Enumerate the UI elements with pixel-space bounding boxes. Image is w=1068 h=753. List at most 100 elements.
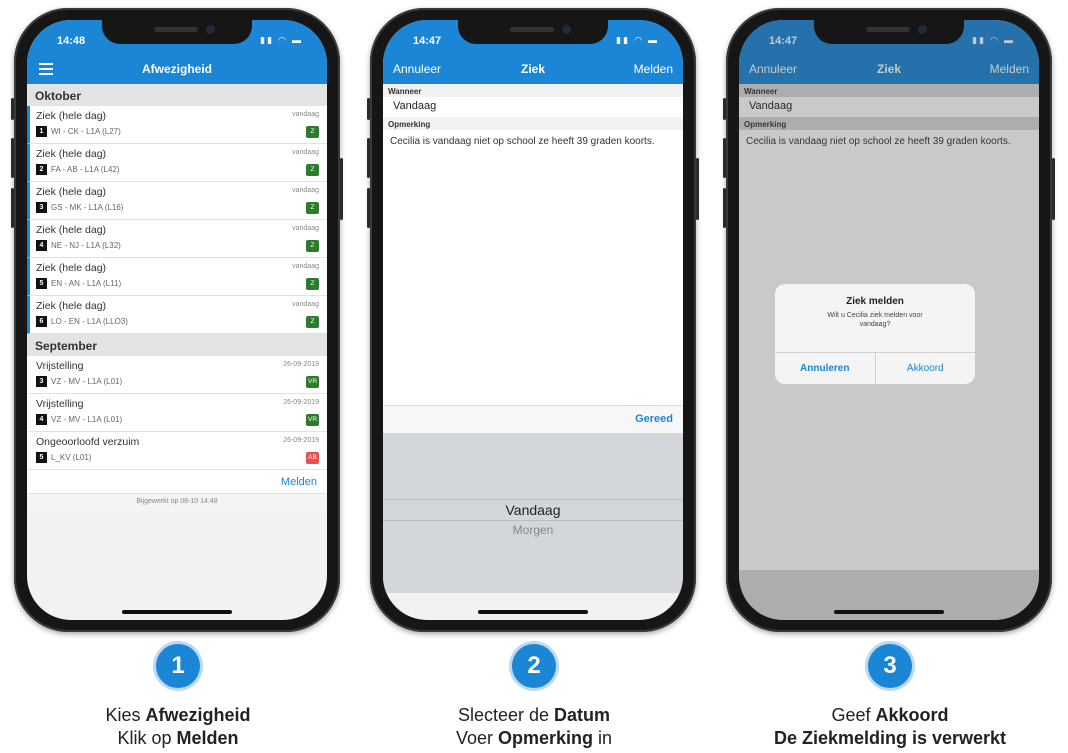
absence-date: 26-09-2019	[283, 399, 319, 406]
step-caption-1: Kies Afwezigheid Klik op Melden	[105, 705, 251, 748]
list-item[interactable]: Vrijstelling 4 VZ - MV - L1A (L01) 26-09-20…	[27, 394, 327, 432]
absence-detail: 3 VZ - MV - L1A (L01)	[36, 376, 319, 387]
absence-type: Vrijstelling	[36, 398, 84, 410]
period-number: 5	[36, 278, 47, 289]
picker-selected-option[interactable]: Vandaag	[383, 499, 683, 521]
date-picker[interactable]: Vandaag Morgen	[383, 433, 683, 593]
lesson-info: GS - MK - L1A (L16)	[51, 203, 124, 212]
absence-date: vandaag	[292, 301, 319, 308]
done-button[interactable]: Gereed	[383, 405, 683, 433]
lesson-info: LO - EN - L1A (LLO3)	[51, 317, 128, 326]
nav-bar: Afwezigheid	[27, 54, 327, 84]
lesson-info: NE - NJ - L1A (L32)	[51, 241, 121, 250]
period-number: 5	[36, 452, 47, 463]
list-item[interactable]: Ziek (hele dag) 3 GS - MK - L1A (L16) vanda…	[27, 182, 327, 220]
absence-date: 26-09-2019	[283, 361, 319, 368]
list-item[interactable]: Ziek (hele dag) 5 EN - AN - L1A (L11) vanda…	[27, 258, 327, 296]
lesson-info: EN - AN - L1A (L11)	[51, 279, 122, 288]
dialog-cancel-button[interactable]: Annuleren	[775, 353, 876, 384]
list-item[interactable]: Ziek (hele dag) 4 NE - NJ - L1A (L32) vanda…	[27, 220, 327, 258]
list-item[interactable]: Ziek (hele dag) 2 FA - AB - L1A (L42) vanda…	[27, 144, 327, 182]
step-caption-3: Geef Akkoord De Ziekmelding is verwerkt	[773, 705, 1007, 748]
absence-type: Ziek (hele dag)	[36, 300, 107, 312]
page-title: Ziek	[520, 62, 545, 76]
remark-label: Opmerking	[388, 120, 431, 129]
section-header-september: September	[27, 334, 327, 356]
wifi-icon: ◠	[634, 35, 644, 45]
phone-frame-2: 14:47 ▮▮ ◠ ▬ Annuleer Ziek Melden Wannee…	[367, 8, 699, 632]
absence-code-badge: Z	[306, 126, 319, 138]
section-header-oktober: Oktober	[27, 84, 327, 106]
absence-detail: 4 VZ - MV - L1A (L01)	[36, 414, 319, 425]
step-caption-2: Slecteer de Datum Voer Opmerking in	[455, 705, 613, 748]
absence-type: Ongeoorloofd verzuim	[36, 436, 140, 448]
submit-button[interactable]: Melden	[634, 62, 673, 76]
step-2-column: 14:47 ▮▮ ◠ ▬ Annuleer Ziek Melden Wannee…	[356, 0, 712, 753]
step-3-column: 14:47 ▮▮ ◠ ▬ Annuleer Ziek Melden Wannee…	[712, 0, 1068, 753]
absence-detail: 5 EN - AN - L1A (L11)	[36, 278, 319, 289]
dialog-ok-button[interactable]: Akkoord	[876, 353, 976, 384]
lesson-info: VZ - MV - L1A (L01)	[51, 415, 123, 424]
absence-type: Ziek (hele dag)	[36, 262, 107, 274]
absence-detail: 6 LO - EN - L1A (LLO3)	[36, 316, 319, 327]
phone-screen-2: 14:47 ▮▮ ◠ ▬ Annuleer Ziek Melden Wannee…	[383, 20, 683, 620]
phone-frame-3: 14:47 ▮▮ ◠ ▬ Annuleer Ziek Melden Wannee…	[723, 8, 1055, 632]
absence-code-badge: Z	[306, 316, 319, 328]
status-icons: ▮▮ ◠ ▬	[260, 35, 303, 46]
list-item[interactable]: Vrijstelling 3 VZ - MV - L1A (L01) 26-09-20…	[27, 356, 327, 394]
melden-button[interactable]: Melden	[27, 470, 327, 494]
absence-code-badge: Z	[306, 202, 319, 214]
lesson-info: L_KV (L01)	[51, 453, 92, 462]
when-field[interactable]: Vandaag	[383, 97, 683, 117]
signal-icon: ▮▮	[260, 35, 275, 45]
absence-code-badge: Z	[306, 240, 319, 252]
battery-icon: ▬	[648, 35, 659, 45]
home-indicator[interactable]	[478, 610, 588, 614]
step-badge-1: 1	[156, 644, 200, 688]
hamburger-icon[interactable]	[39, 63, 53, 75]
status-time: 14:47	[413, 35, 442, 47]
period-number: 4	[36, 414, 47, 425]
home-indicator[interactable]	[122, 610, 232, 614]
absence-date: vandaag	[292, 149, 319, 156]
period-number: 4	[36, 240, 47, 251]
period-number: 3	[36, 376, 47, 387]
when-label: Wanneer	[388, 87, 422, 96]
confirm-dialog: Ziek melden Wilt u Cecilia ziek melden v…	[775, 284, 975, 384]
list-item[interactable]: Ziek (hele dag) 6 LO - EN - L1A (LLO3) vand…	[27, 296, 327, 334]
status-time: 14:48	[57, 35, 86, 47]
absence-type: Vrijstelling	[36, 360, 84, 372]
absence-detail: 1 WI - CK - L1A (L27)	[36, 126, 319, 137]
dialog-message: Wilt u Cecilia ziek melden voor vandaag?	[827, 312, 923, 328]
absence-detail: 4 NE - NJ - L1A (L32)	[36, 240, 319, 251]
absence-code-badge: VR	[306, 376, 319, 388]
wifi-icon: ◠	[278, 35, 288, 45]
absence-list-september: Vrijstelling 3 VZ - MV - L1A (L01) 26-09-20…	[27, 356, 327, 470]
absence-code-badge: AB	[306, 452, 319, 464]
step-badge-3: 3	[868, 644, 912, 688]
period-number: 2	[36, 164, 47, 175]
signal-icon: ▮▮	[616, 35, 631, 45]
absence-list-oktober: Ziek (hele dag) 1 WI - CK - L1A (L27) vanda…	[27, 106, 327, 334]
absence-date: vandaag	[292, 225, 319, 232]
cancel-button[interactable]: Annuleer	[393, 62, 441, 76]
list-item[interactable]: Ongeoorloofd verzuim 5 L_KV (L01) 26-09-201…	[27, 432, 327, 470]
picker-next-option[interactable]: Morgen	[383, 523, 683, 537]
step-1-column: 14:48 ▮▮ ◠ ▬ Afwezigheid Oktober Ziek (h…	[0, 0, 356, 753]
absence-date: vandaag	[292, 263, 319, 270]
step-badge-2: 2	[512, 644, 556, 688]
absence-date: 26-09-2019	[283, 437, 319, 444]
lesson-info: VZ - MV - L1A (L01)	[51, 377, 123, 386]
home-indicator[interactable]	[834, 610, 944, 614]
absence-type: Ziek (hele dag)	[36, 110, 107, 122]
status-icons: ▮▮ ◠ ▬	[616, 35, 659, 46]
absence-code-badge: VR	[306, 414, 319, 426]
last-updated-text: Bijgewerkt op 08-10 14:48	[27, 494, 327, 512]
remark-textarea[interactable]: Cecilia is vandaag niet op school ze hee…	[383, 130, 683, 405]
battery-icon: ▬	[292, 35, 303, 45]
dialog-title: Ziek melden	[846, 296, 904, 307]
absence-type: Ziek (hele dag)	[36, 224, 107, 236]
absence-detail: 5 L_KV (L01)	[36, 452, 319, 463]
list-item[interactable]: Ziek (hele dag) 1 WI - CK - L1A (L27) vanda…	[27, 106, 327, 144]
absence-detail: 3 GS - MK - L1A (L16)	[36, 202, 319, 213]
